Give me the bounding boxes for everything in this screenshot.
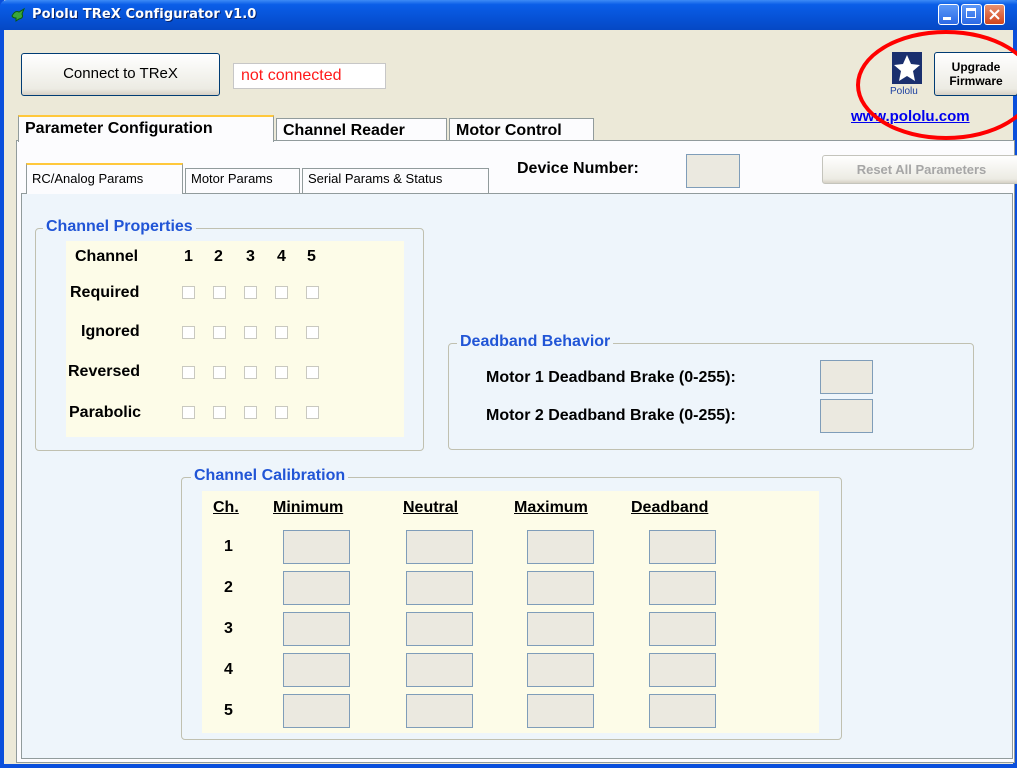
connection-status: not connected <box>233 63 386 89</box>
maximize-button[interactable] <box>961 4 982 25</box>
checkbox-parabolic-5[interactable] <box>306 406 319 419</box>
reset-all-parameters-button[interactable]: Reset All Parameters <box>822 155 1017 184</box>
channel-header-label: Channel <box>75 248 139 265</box>
motor2-deadband-field[interactable] <box>820 399 873 433</box>
calibration-deadband-4[interactable] <box>649 653 716 687</box>
calibration-neutral-2[interactable] <box>406 571 473 605</box>
maximize-icon <box>966 8 976 18</box>
column-header-neutral: Neutral <box>403 499 459 516</box>
calibration-deadband-1[interactable] <box>649 530 716 564</box>
tab-label: Motor Control <box>456 122 562 139</box>
column-header-deadband: Deadband <box>631 499 709 516</box>
connect-button-label: Connect to TReX <box>63 65 178 82</box>
motor1-deadband-label: Motor 1 Deadband Brake (0-255): <box>486 369 736 386</box>
app-icon <box>11 7 26 22</box>
checkbox-required-5[interactable] <box>306 286 319 299</box>
calibration-deadband-5[interactable] <box>649 694 716 728</box>
checkbox-reversed-4[interactable] <box>275 366 288 379</box>
calibration-minimum-5[interactable] <box>283 694 350 728</box>
motor2-deadband-label: Motor 2 Deadband Brake (0-255): <box>486 407 736 424</box>
checkbox-required-1[interactable] <box>182 286 195 299</box>
checkbox-parabolic-1[interactable] <box>182 406 195 419</box>
column-header-ch: Ch. <box>213 499 239 516</box>
calibration-neutral-5[interactable] <box>406 694 473 728</box>
row-label-ignored: Ignored <box>81 323 140 340</box>
calibration-maximum-2[interactable] <box>527 571 594 605</box>
connect-button[interactable]: Connect to TReX <box>21 53 220 96</box>
checkbox-ignored-1[interactable] <box>182 326 195 339</box>
checkbox-reversed-5[interactable] <box>306 366 319 379</box>
checkbox-ignored-3[interactable] <box>244 326 257 339</box>
subtab-rc-analog-params[interactable]: RC/Analog Params <box>26 163 183 194</box>
checkbox-ignored-5[interactable] <box>306 326 319 339</box>
calibration-deadband-3[interactable] <box>649 612 716 646</box>
tab-label: Parameter Configuration <box>25 120 213 137</box>
title-bar[interactable]: Pololu TReX Configurator v1.0 <box>0 0 1017 30</box>
checkbox-reversed-3[interactable] <box>244 366 257 379</box>
subtab-label: RC/Analog Params <box>32 171 144 186</box>
calibration-row-label-2: 2 <box>224 579 233 596</box>
calibration-neutral-4[interactable] <box>406 653 473 687</box>
reset-label: Reset All Parameters <box>856 162 987 177</box>
calibration-minimum-3[interactable] <box>283 612 350 646</box>
channel-number-4: 4 <box>277 248 286 265</box>
calibration-minimum-4[interactable] <box>283 653 350 687</box>
checkbox-parabolic-2[interactable] <box>213 406 226 419</box>
motor1-deadband-field[interactable] <box>820 360 873 394</box>
row-label-reversed: Reversed <box>68 363 141 380</box>
close-icon <box>989 9 1000 20</box>
checkbox-parabolic-3[interactable] <box>244 406 257 419</box>
minimize-button[interactable] <box>938 4 959 25</box>
checkbox-required-4[interactable] <box>275 286 288 299</box>
channel-properties-title: Channel Properties <box>43 218 196 236</box>
column-header-maximum: Maximum <box>514 499 588 516</box>
calibration-row-label-1: 1 <box>224 538 233 555</box>
checkbox-required-2[interactable] <box>213 286 226 299</box>
calibration-maximum-4[interactable] <box>527 653 594 687</box>
channel-number-5: 5 <box>307 248 316 265</box>
device-number-label: Device Number: <box>517 160 639 177</box>
channel-calibration-title: Channel Calibration <box>191 467 349 485</box>
calibration-maximum-5[interactable] <box>527 694 594 728</box>
calibration-maximum-3[interactable] <box>527 612 594 646</box>
subtab-motor-params[interactable]: Motor Params <box>185 168 300 193</box>
close-button[interactable] <box>984 4 1005 25</box>
window-title: Pololu TReX Configurator v1.0 <box>32 7 257 22</box>
row-label-required: Required <box>70 284 140 301</box>
channel-number-2: 2 <box>214 248 223 265</box>
checkbox-reversed-1[interactable] <box>182 366 195 379</box>
minimize-icon <box>943 17 951 20</box>
tab-channel-reader[interactable]: Channel Reader <box>276 118 447 141</box>
subtab-label: Serial Params & Status <box>308 171 443 186</box>
calibration-neutral-3[interactable] <box>406 612 473 646</box>
calibration-row-label-3: 3 <box>224 620 233 637</box>
deadband-behavior-title: Deadband Behavior <box>457 333 614 351</box>
tab-motor-control[interactable]: Motor Control <box>449 118 594 141</box>
checkbox-ignored-4[interactable] <box>275 326 288 339</box>
channel-number-3: 3 <box>246 248 255 265</box>
checkbox-ignored-2[interactable] <box>213 326 226 339</box>
checkbox-reversed-2[interactable] <box>213 366 226 379</box>
subtab-label: Motor Params <box>191 171 273 186</box>
calibration-row-label-4: 4 <box>224 661 233 678</box>
device-number-field[interactable] <box>686 154 740 188</box>
calibration-minimum-2[interactable] <box>283 571 350 605</box>
row-label-parabolic: Parabolic <box>69 404 142 421</box>
subtab-serial-params-status[interactable]: Serial Params & Status <box>302 168 489 193</box>
calibration-maximum-1[interactable] <box>527 530 594 564</box>
deadband-behavior-group <box>448 343 974 450</box>
channel-number-1: 1 <box>184 248 193 265</box>
calibration-deadband-2[interactable] <box>649 571 716 605</box>
checkbox-parabolic-4[interactable] <box>275 406 288 419</box>
checkbox-required-3[interactable] <box>244 286 257 299</box>
tab-label: Channel Reader <box>283 122 405 139</box>
calibration-neutral-1[interactable] <box>406 530 473 564</box>
app-window: Pololu TReX Configurator v1.0 Connect to… <box>0 0 1017 768</box>
calibration-row-label-5: 5 <box>224 702 233 719</box>
column-header-minimum: Minimum <box>273 499 344 516</box>
calibration-minimum-1[interactable] <box>283 530 350 564</box>
tab-parameter-configuration[interactable]: Parameter Configuration <box>18 115 274 142</box>
